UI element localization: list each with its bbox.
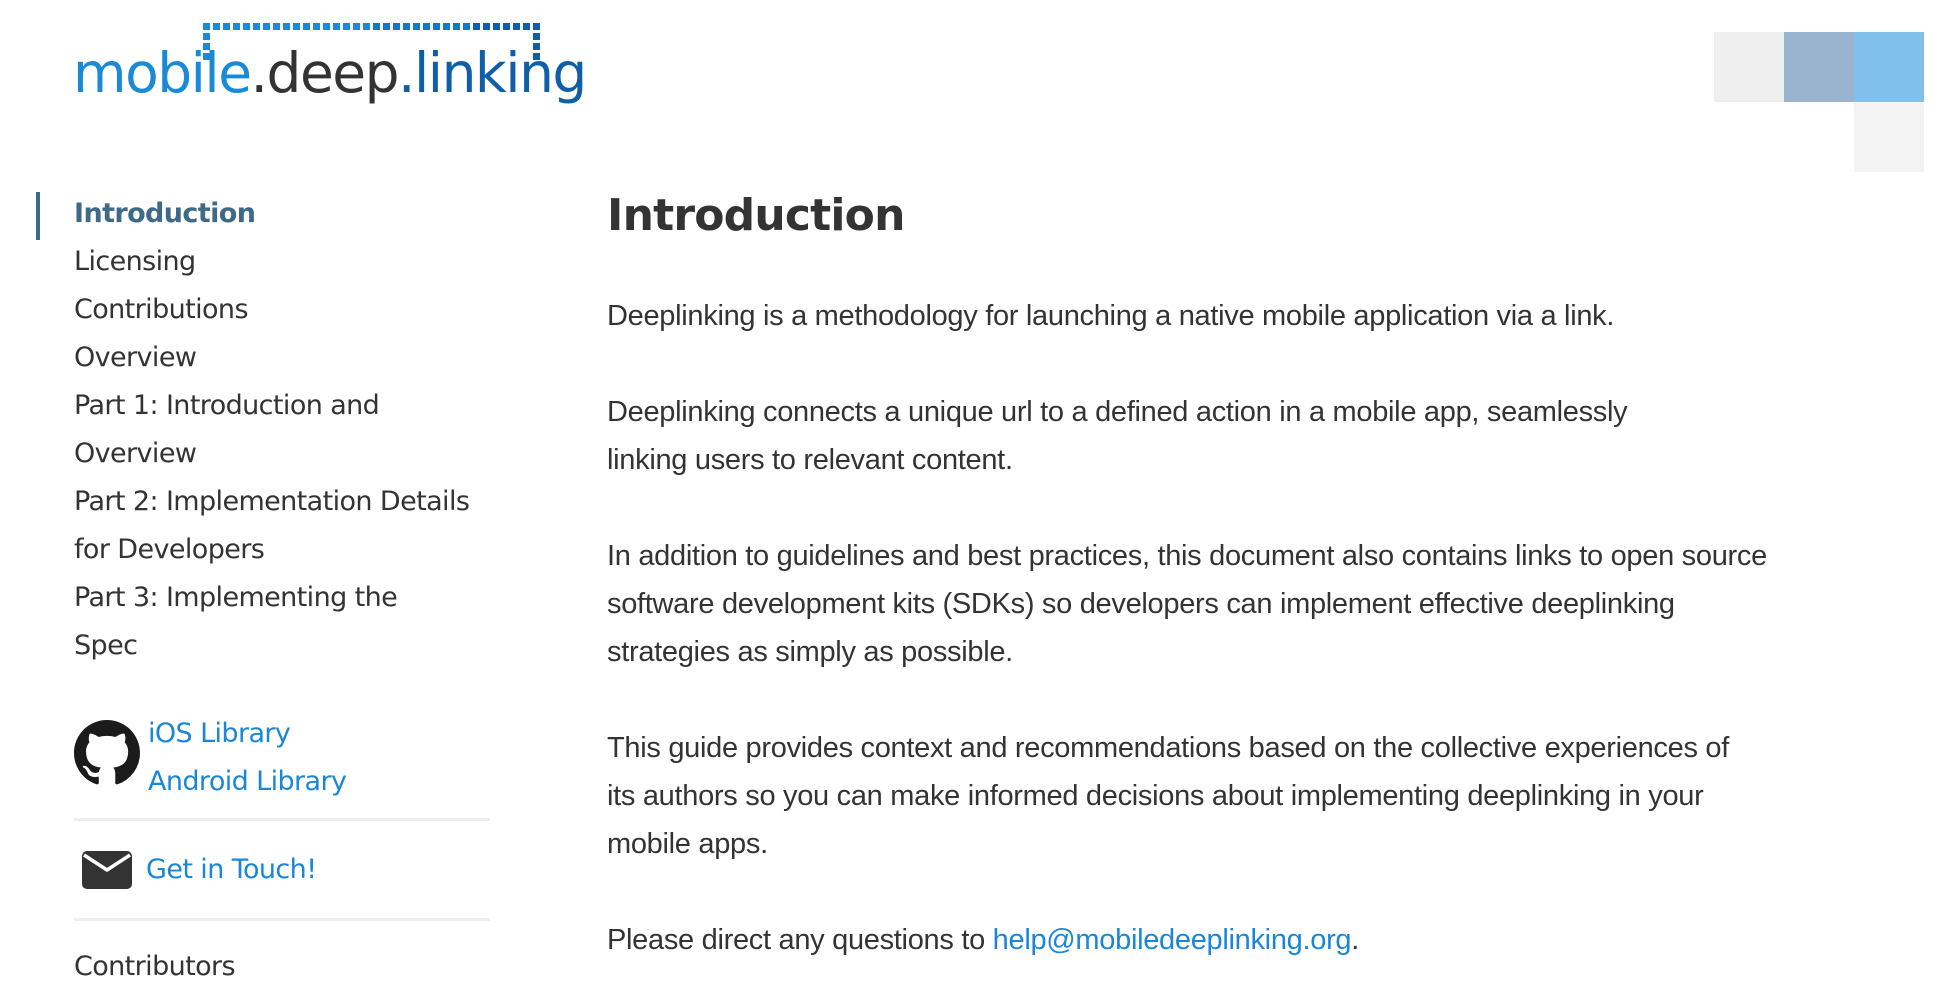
sidebar-item-label: Overview <box>74 342 197 373</box>
logo-dot <box>283 23 290 30</box>
sidebar: Introduction Licensing Contributions Ove… <box>36 190 490 991</box>
sidebar-item-part-2[interactable]: Part 2: Implementation Details for Devel… <box>74 478 490 574</box>
get-in-touch-link[interactable]: Get in Touch! <box>146 846 317 894</box>
main-content: Introduction Deeplinking is a methodolog… <box>607 186 1787 964</box>
logo-dot <box>433 23 440 30</box>
site-logo[interactable]: mobile.deep.linking <box>73 20 633 120</box>
page-title: Introduction <box>607 190 905 241</box>
logo-dot <box>273 23 280 30</box>
sidebar-item-part-3[interactable]: Part 3: Implementing the Spec <box>74 574 434 670</box>
sidebar-item-label: Contributions <box>74 294 249 325</box>
logo-dot <box>223 23 230 30</box>
logo-dot <box>203 23 210 30</box>
logo-dot <box>473 23 480 30</box>
logo-dot <box>343 23 350 30</box>
sidebar-item-label: Part 3: Implementing the Spec <box>74 582 398 661</box>
sidebar-item-introduction[interactable]: Introduction <box>36 190 490 240</box>
sidebar-item-label: Introduction <box>74 198 256 229</box>
logo-part-deep: .deep <box>250 41 400 105</box>
contact-prefix: Please direct any questions to <box>607 924 993 956</box>
envelope-icon <box>82 851 132 889</box>
logo-part-linking: .linking <box>398 41 587 105</box>
active-indicator <box>36 192 40 240</box>
decorative-square <box>1714 32 1784 102</box>
sidebar-item-label: Licensing <box>74 246 196 277</box>
logo-dot <box>363 23 370 30</box>
sidebar-item-contributions[interactable]: Contributions <box>74 286 490 334</box>
logo-dot <box>313 23 320 30</box>
logo-part-mobile: mobile <box>73 41 252 105</box>
logo-dot <box>393 23 400 30</box>
logo-dot <box>263 23 270 30</box>
sidebar-item-contributors[interactable]: Contributors <box>74 943 490 991</box>
logo-dot <box>353 23 360 30</box>
sidebar-item-licensing[interactable]: Licensing <box>74 238 490 286</box>
library-link-list: iOS Library Android Library <box>148 710 347 806</box>
logo-dot <box>533 33 540 40</box>
decorative-square <box>1854 102 1924 172</box>
logo-dot <box>513 23 520 30</box>
logo-dot <box>443 23 450 30</box>
email-link[interactable]: help@mobiledeeplinking.org <box>993 924 1352 956</box>
contact-paragraph: Please direct any questions to help@mobi… <box>607 916 1787 964</box>
sidebar-item-label: Part 1: Introduction and Overview <box>74 390 380 469</box>
logo-dot <box>373 23 380 30</box>
logo-wordmark: mobile.deep.linking <box>73 46 587 101</box>
logo-dot <box>293 23 300 30</box>
paragraph: In addition to guidelines and best pract… <box>607 540 1767 668</box>
logo-dot <box>503 23 510 30</box>
contact-section: Get in Touch! <box>74 821 490 918</box>
logo-dot <box>523 23 530 30</box>
logo-dot <box>233 23 240 30</box>
ios-library-link[interactable]: iOS Library <box>148 710 346 758</box>
logo-dot <box>493 23 500 30</box>
sidebar-nav: Introduction Licensing Contributions Ove… <box>36 190 490 670</box>
sidebar-item-overview[interactable]: Overview <box>74 334 490 382</box>
logo-dot <box>483 23 490 30</box>
paragraph: Deeplinking connects a unique url to a d… <box>607 396 1628 476</box>
logo-dot <box>243 23 250 30</box>
logo-dot <box>423 23 430 30</box>
paragraph: This guide provides context and recommen… <box>607 732 1729 860</box>
logo-dot <box>403 23 410 30</box>
logo-dot <box>323 23 330 30</box>
logo-dot <box>213 23 220 30</box>
decorative-square <box>1784 32 1854 102</box>
decorative-square <box>1854 32 1924 102</box>
logo-dot <box>383 23 390 30</box>
logo-dot <box>203 33 210 40</box>
logo-dot <box>413 23 420 30</box>
logo-dot <box>333 23 340 30</box>
contact-suffix: . <box>1351 924 1360 956</box>
paragraph: Deeplinking is a methodology for launchi… <box>607 300 1615 332</box>
logo-dot <box>303 23 310 30</box>
github-icon <box>74 720 140 785</box>
sidebar-item-label: Part 2: Implementation Details for Devel… <box>74 486 470 565</box>
divider <box>74 918 490 921</box>
logo-dot <box>253 23 260 30</box>
android-library-link[interactable]: Android Library <box>148 758 347 806</box>
logo-dot <box>453 23 460 30</box>
library-links: iOS Library Android Library <box>74 710 490 806</box>
logo-dot <box>463 23 470 30</box>
sidebar-item-part-1[interactable]: Part 1: Introduction and Overview <box>74 382 404 478</box>
logo-dot <box>533 23 540 30</box>
